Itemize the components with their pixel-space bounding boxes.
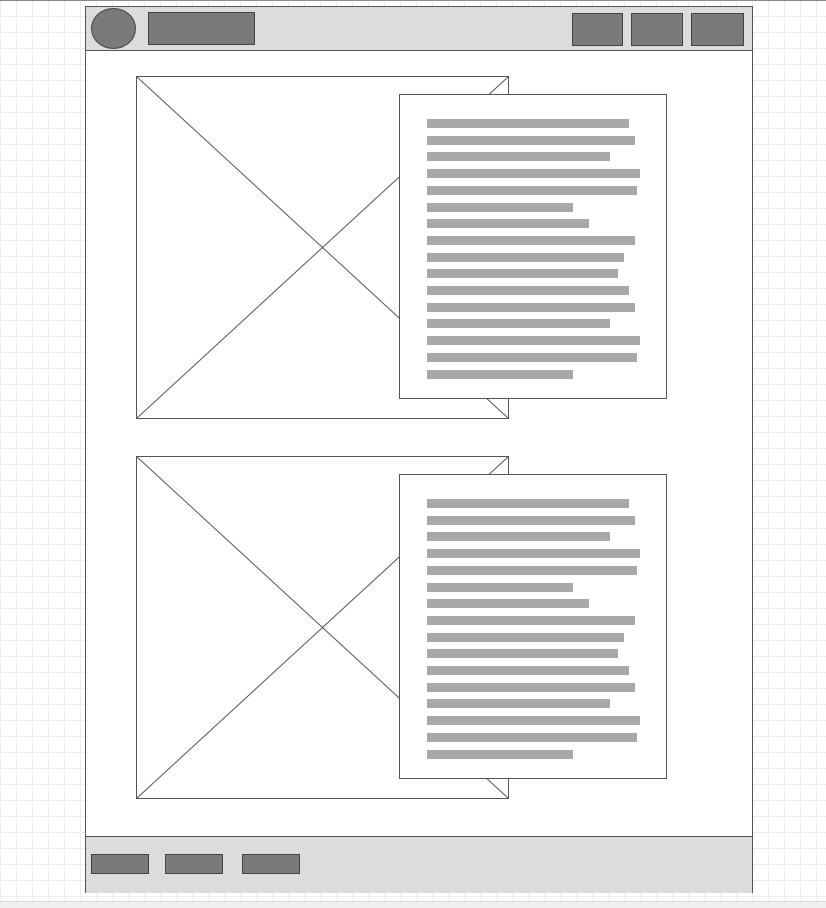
- text-line-placeholder: [427, 286, 629, 295]
- text-line-placeholder: [427, 119, 629, 128]
- text-line-placeholder: [427, 185, 637, 195]
- footer-button-2[interactable]: [165, 854, 223, 874]
- text-line-placeholder: [427, 699, 610, 709]
- text-line-placeholder: [427, 369, 573, 379]
- text-line-placeholder: [427, 352, 637, 362]
- text-line-placeholder: [427, 515, 635, 525]
- content-section-1: [136, 76, 667, 419]
- nav-button-2[interactable]: [631, 13, 683, 46]
- text-line-placeholder: [427, 682, 635, 692]
- logo[interactable]: [91, 8, 136, 49]
- text-line-placeholder: [427, 565, 637, 575]
- nav-button-3[interactable]: [691, 13, 744, 46]
- footer-button-1[interactable]: [91, 854, 149, 874]
- text-line-placeholder: [427, 202, 573, 212]
- nav-button-1[interactable]: [572, 13, 623, 46]
- header: [86, 7, 752, 51]
- text-block: [399, 474, 667, 779]
- text-line-placeholder: [427, 219, 589, 229]
- text-line-placeholder: [427, 532, 610, 542]
- text-line-placeholder: [427, 235, 635, 245]
- text-line-placeholder: [427, 499, 629, 508]
- text-line-placeholder: [427, 666, 629, 675]
- text-line-placeholder: [427, 252, 624, 262]
- wireframe-window: [85, 6, 753, 893]
- text-line-placeholder: [427, 336, 640, 346]
- text-line-placeholder: [427, 302, 635, 312]
- text-line-placeholder: [427, 599, 589, 609]
- text-line-placeholder: [427, 749, 573, 759]
- text-line-placeholder: [427, 152, 610, 162]
- text-line-placeholder: [427, 732, 637, 742]
- footer-button-3[interactable]: [242, 854, 300, 874]
- text-block: [399, 94, 667, 399]
- text-line-placeholder: [427, 135, 635, 145]
- text-line-placeholder: [427, 319, 610, 329]
- footer: [86, 836, 752, 893]
- text-line-placeholder: [427, 649, 618, 659]
- text-line-placeholder: [427, 269, 618, 279]
- text-line-placeholder: [427, 632, 624, 642]
- top-rule: [0, 0, 826, 1]
- text-line-placeholder: [427, 716, 640, 726]
- text-line-placeholder: [427, 549, 640, 559]
- site-title-placeholder: [148, 12, 255, 45]
- text-line-placeholder: [427, 582, 573, 592]
- text-line-placeholder: [427, 169, 640, 179]
- text-line-placeholder: [427, 615, 635, 625]
- content-section-2: [136, 456, 667, 799]
